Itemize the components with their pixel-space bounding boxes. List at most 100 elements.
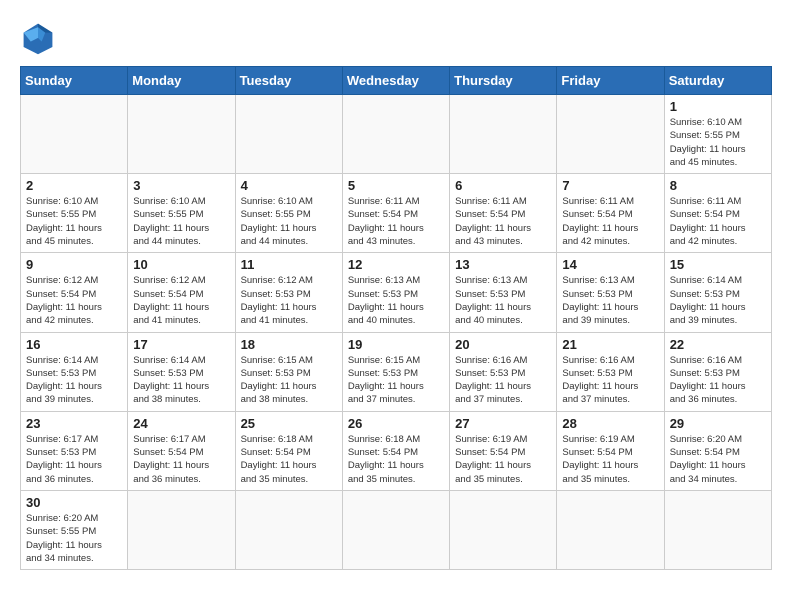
- weekday-header-wednesday: Wednesday: [342, 67, 449, 95]
- day-number: 26: [348, 416, 444, 431]
- day-number: 6: [455, 178, 551, 193]
- day-cell: 3 Sunrise: 6:10 AMSunset: 5:55 PMDaylight…: [128, 174, 235, 253]
- day-info: Sunrise: 6:18 AMSunset: 5:54 PMDaylight:…: [241, 433, 337, 486]
- day-number: 15: [670, 257, 766, 272]
- day-cell: [342, 490, 449, 569]
- day-cell: 12Sunrise: 6:13 AMSunset: 5:53 PMDayligh…: [342, 253, 449, 332]
- day-info: Sunrise: 6:13 AMSunset: 5:53 PMDaylight:…: [455, 274, 551, 327]
- week-row-5: 23 Sunrise: 6:17 AMSunset: 5:53 PMDayligh…: [21, 411, 772, 490]
- day-number: 24: [133, 416, 229, 431]
- day-info: Sunrise: 6:10 AMSunset: 5:55 PMDaylight:…: [241, 195, 337, 248]
- week-row-4: 16 Sunrise: 6:14 AMSunset: 5:53 PMDayligh…: [21, 332, 772, 411]
- day-number: 8: [670, 178, 766, 193]
- weekday-header-friday: Friday: [557, 67, 664, 95]
- day-info: Sunrise: 6:14 AMSunset: 5:53 PMDaylight:…: [133, 354, 229, 407]
- day-info: Sunrise: 6:15 AMSunset: 5:53 PMDaylight:…: [241, 354, 337, 407]
- day-info: Sunrise: 6:17 AMSunset: 5:53 PMDaylight:…: [26, 433, 122, 486]
- day-info: Sunrise: 6:13 AMSunset: 5:53 PMDaylight:…: [562, 274, 658, 327]
- day-info: Sunrise: 6:11 AMSunset: 5:54 PMDaylight:…: [348, 195, 444, 248]
- day-info: Sunrise: 6:11 AMSunset: 5:54 PMDaylight:…: [670, 195, 766, 248]
- day-number: 23: [26, 416, 122, 431]
- day-number: 17: [133, 337, 229, 352]
- day-number: 22: [670, 337, 766, 352]
- day-cell: [235, 95, 342, 174]
- day-cell: 20 Sunrise: 6:16 AMSunset: 5:53 PMDayligh…: [450, 332, 557, 411]
- day-info: Sunrise: 6:12 AMSunset: 5:53 PMDaylight:…: [241, 274, 337, 327]
- day-number: 30: [26, 495, 122, 510]
- logo: [20, 20, 62, 56]
- day-number: 14: [562, 257, 658, 272]
- day-info: Sunrise: 6:10 AMSunset: 5:55 PMDaylight:…: [133, 195, 229, 248]
- day-cell: 10Sunrise: 6:12 AMSunset: 5:54 PMDayligh…: [128, 253, 235, 332]
- day-cell: 9 Sunrise: 6:12 AMSunset: 5:54 PMDaylight…: [21, 253, 128, 332]
- day-info: Sunrise: 6:11 AMSunset: 5:54 PMDaylight:…: [562, 195, 658, 248]
- calendar-table: SundayMondayTuesdayWednesdayThursdayFrid…: [20, 66, 772, 570]
- day-cell: 30 Sunrise: 6:20 AMSunset: 5:55 PMDayligh…: [21, 490, 128, 569]
- day-cell: 18 Sunrise: 6:15 AMSunset: 5:53 PMDayligh…: [235, 332, 342, 411]
- week-row-2: 2 Sunrise: 6:10 AMSunset: 5:55 PMDaylight…: [21, 174, 772, 253]
- logo-icon: [20, 20, 56, 56]
- day-info: Sunrise: 6:17 AMSunset: 5:54 PMDaylight:…: [133, 433, 229, 486]
- weekday-header-row: SundayMondayTuesdayWednesdayThursdayFrid…: [21, 67, 772, 95]
- day-info: Sunrise: 6:13 AMSunset: 5:53 PMDaylight:…: [348, 274, 444, 327]
- day-cell: 1 Sunrise: 6:10 AMSunset: 5:55 PMDaylight…: [664, 95, 771, 174]
- day-number: 29: [670, 416, 766, 431]
- day-number: 7: [562, 178, 658, 193]
- week-row-6: 30 Sunrise: 6:20 AMSunset: 5:55 PMDayligh…: [21, 490, 772, 569]
- day-number: 21: [562, 337, 658, 352]
- day-info: Sunrise: 6:10 AMSunset: 5:55 PMDaylight:…: [26, 195, 122, 248]
- page-header: [20, 20, 772, 56]
- day-number: 9: [26, 257, 122, 272]
- day-cell: 16 Sunrise: 6:14 AMSunset: 5:53 PMDayligh…: [21, 332, 128, 411]
- day-cell: 27Sunrise: 6:19 AMSunset: 5:54 PMDayligh…: [450, 411, 557, 490]
- day-cell: 17 Sunrise: 6:14 AMSunset: 5:53 PMDayligh…: [128, 332, 235, 411]
- day-number: 3: [133, 178, 229, 193]
- day-cell: 4 Sunrise: 6:10 AMSunset: 5:55 PMDaylight…: [235, 174, 342, 253]
- weekday-header-thursday: Thursday: [450, 67, 557, 95]
- day-cell: 25 Sunrise: 6:18 AMSunset: 5:54 PMDayligh…: [235, 411, 342, 490]
- day-info: Sunrise: 6:11 AMSunset: 5:54 PMDaylight:…: [455, 195, 551, 248]
- day-info: Sunrise: 6:15 AMSunset: 5:53 PMDaylight:…: [348, 354, 444, 407]
- day-number: 20: [455, 337, 551, 352]
- day-cell: 5 Sunrise: 6:11 AMSunset: 5:54 PMDaylight…: [342, 174, 449, 253]
- day-cell: [557, 490, 664, 569]
- day-cell: [128, 95, 235, 174]
- day-info: Sunrise: 6:19 AMSunset: 5:54 PMDaylight:…: [562, 433, 658, 486]
- day-cell: 14 Sunrise: 6:13 AMSunset: 5:53 PMDayligh…: [557, 253, 664, 332]
- day-number: 2: [26, 178, 122, 193]
- weekday-header-sunday: Sunday: [21, 67, 128, 95]
- day-cell: [128, 490, 235, 569]
- day-cell: [450, 95, 557, 174]
- week-row-3: 9 Sunrise: 6:12 AMSunset: 5:54 PMDaylight…: [21, 253, 772, 332]
- day-number: 1: [670, 99, 766, 114]
- day-info: Sunrise: 6:16 AMSunset: 5:53 PMDaylight:…: [455, 354, 551, 407]
- day-cell: 26Sunrise: 6:18 AMSunset: 5:54 PMDayligh…: [342, 411, 449, 490]
- day-number: 19: [348, 337, 444, 352]
- day-number: 16: [26, 337, 122, 352]
- day-cell: 19 Sunrise: 6:15 AMSunset: 5:53 PMDayligh…: [342, 332, 449, 411]
- day-info: Sunrise: 6:16 AMSunset: 5:53 PMDaylight:…: [562, 354, 658, 407]
- day-cell: 13Sunrise: 6:13 AMSunset: 5:53 PMDayligh…: [450, 253, 557, 332]
- day-info: Sunrise: 6:20 AMSunset: 5:55 PMDaylight:…: [26, 512, 122, 565]
- day-info: Sunrise: 6:14 AMSunset: 5:53 PMDaylight:…: [26, 354, 122, 407]
- day-cell: 29Sunrise: 6:20 AMSunset: 5:54 PMDayligh…: [664, 411, 771, 490]
- day-number: 25: [241, 416, 337, 431]
- day-cell: [342, 95, 449, 174]
- day-cell: [21, 95, 128, 174]
- day-info: Sunrise: 6:14 AMSunset: 5:53 PMDaylight:…: [670, 274, 766, 327]
- day-cell: [557, 95, 664, 174]
- weekday-header-monday: Monday: [128, 67, 235, 95]
- day-cell: 6 Sunrise: 6:11 AMSunset: 5:54 PMDaylight…: [450, 174, 557, 253]
- weekday-header-saturday: Saturday: [664, 67, 771, 95]
- day-number: 10: [133, 257, 229, 272]
- day-info: Sunrise: 6:10 AMSunset: 5:55 PMDaylight:…: [670, 116, 766, 169]
- week-row-1: 1 Sunrise: 6:10 AMSunset: 5:55 PMDaylight…: [21, 95, 772, 174]
- day-number: 18: [241, 337, 337, 352]
- day-cell: 8 Sunrise: 6:11 AMSunset: 5:54 PMDaylight…: [664, 174, 771, 253]
- day-info: Sunrise: 6:19 AMSunset: 5:54 PMDaylight:…: [455, 433, 551, 486]
- day-cell: 11Sunrise: 6:12 AMSunset: 5:53 PMDayligh…: [235, 253, 342, 332]
- day-number: 28: [562, 416, 658, 431]
- day-number: 4: [241, 178, 337, 193]
- day-info: Sunrise: 6:12 AMSunset: 5:54 PMDaylight:…: [26, 274, 122, 327]
- day-number: 5: [348, 178, 444, 193]
